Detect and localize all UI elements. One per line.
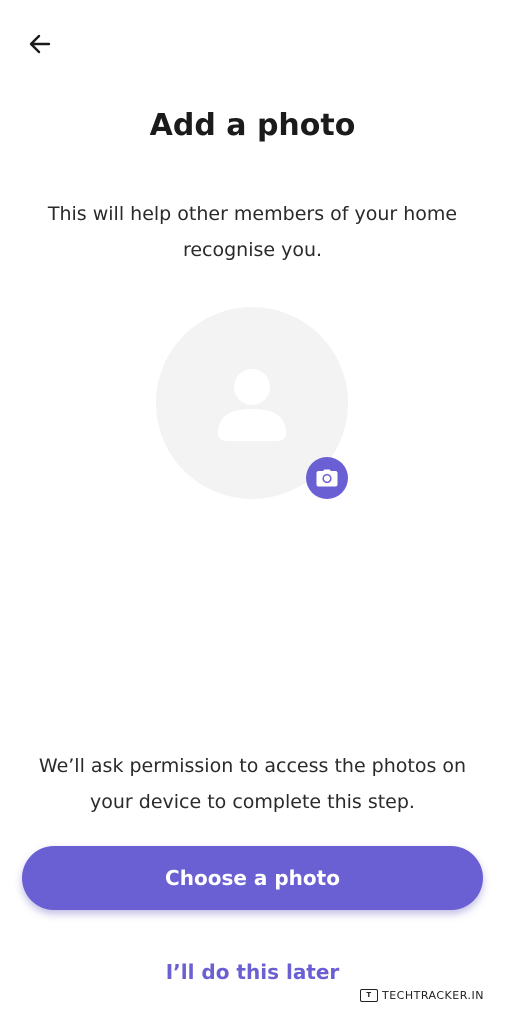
choose-photo-button[interactable]: Choose a photo: [22, 846, 483, 910]
watermark: T TECHTRACKER.IN: [360, 987, 484, 1003]
avatar-picker[interactable]: [156, 307, 348, 499]
camera-icon: [316, 469, 338, 487]
watermark-logo-icon: T: [360, 988, 378, 1002]
page-title: Add a photo: [149, 108, 356, 143]
page-subtitle: This will help other members of your hom…: [47, 203, 458, 261]
user-silhouette-icon: [218, 369, 286, 441]
camera-button[interactable]: [306, 457, 348, 499]
do-later-link[interactable]: I’ll do this later: [0, 960, 505, 984]
arrow-left-icon: [29, 34, 51, 54]
back-button[interactable]: [22, 26, 58, 62]
watermark-text: TECHTRACKER.IN: [382, 988, 484, 1002]
permission-note: We’ll ask permission to access the photo…: [38, 755, 467, 813]
